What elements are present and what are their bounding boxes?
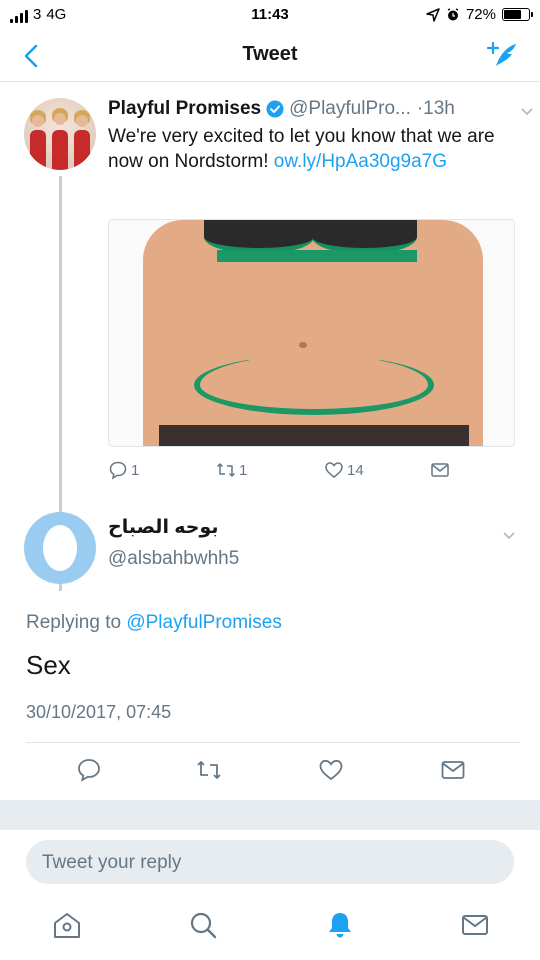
author-name[interactable]: بوحه الصباح bbox=[108, 516, 308, 539]
section-separator bbox=[0, 800, 540, 830]
tweet-actions: 1 1 14 bbox=[108, 460, 518, 484]
reply-button[interactable]: 1 bbox=[108, 460, 139, 480]
tweet-text: Sex bbox=[26, 650, 71, 680]
notifications-icon[interactable] bbox=[325, 910, 355, 940]
retweet-count: 1 bbox=[239, 461, 248, 479]
tweet-timestamp: 30/10/2017, 07:45 bbox=[26, 702, 172, 722]
direct-message-icon[interactable] bbox=[440, 757, 466, 783]
retweet-icon[interactable] bbox=[196, 757, 222, 783]
like-icon[interactable] bbox=[318, 757, 344, 783]
status-bar: 3 4G 11:43 72% bbox=[0, 0, 540, 30]
original-tweet[interactable]: Playful Promises @PlayfulPro... ·13h We'… bbox=[0, 82, 540, 591]
navigation-bar: Tweet bbox=[0, 30, 540, 82]
chevron-down-icon[interactable] bbox=[520, 106, 534, 118]
reply-icon bbox=[109, 461, 127, 480]
author-handle[interactable]: @alsbahbwhh5 bbox=[108, 548, 239, 570]
direct-message-button[interactable] bbox=[430, 460, 450, 480]
tweet-time: ·13h bbox=[416, 98, 455, 119]
search-icon[interactable] bbox=[188, 910, 218, 940]
alarm-icon bbox=[447, 7, 459, 20]
tweet-actions bbox=[0, 757, 540, 787]
like-button[interactable]: 14 bbox=[324, 460, 364, 480]
battery-icon bbox=[502, 8, 533, 21]
direct-message-icon bbox=[431, 463, 449, 477]
reply-placeholder: Tweet your reply bbox=[42, 852, 182, 873]
author-name[interactable]: Playful Promises bbox=[108, 98, 261, 120]
reply-tweet: بوحه الصباح @alsbahbwhh5 Replying to @Pl… bbox=[0, 502, 540, 800]
compose-tweet-icon[interactable] bbox=[486, 40, 520, 72]
reply-icon[interactable] bbox=[76, 757, 102, 783]
avatar[interactable] bbox=[24, 512, 96, 584]
battery-fill bbox=[504, 10, 522, 19]
divider bbox=[26, 742, 520, 743]
tab-bar bbox=[0, 896, 540, 960]
replying-to: Replying to @PlayfulPromises bbox=[26, 612, 282, 634]
retweet-button[interactable]: 1 bbox=[216, 460, 247, 480]
chevron-down-icon[interactable] bbox=[502, 530, 516, 542]
avatar[interactable] bbox=[24, 98, 96, 170]
tweet-header: Playful Promises @PlayfulPro... ·13h bbox=[108, 96, 518, 122]
tweet-text: We're very excited to let you know that … bbox=[108, 124, 518, 174]
battery-percent: 72% bbox=[465, 6, 496, 23]
tweet-media-image[interactable] bbox=[108, 219, 515, 447]
like-count: 14 bbox=[347, 461, 364, 479]
verified-icon bbox=[266, 100, 284, 118]
author-handle[interactable]: @PlayfulPro... bbox=[289, 98, 411, 120]
location-icon bbox=[426, 7, 440, 22]
replying-to-link[interactable]: @PlayfulPromises bbox=[126, 612, 282, 633]
home-icon[interactable] bbox=[52, 910, 82, 940]
retweet-icon bbox=[216, 463, 236, 477]
reply-count: 1 bbox=[131, 461, 140, 479]
page-title: Tweet bbox=[242, 43, 298, 65]
tweet-link[interactable]: ow.ly/HpAa30g9a7G bbox=[274, 151, 447, 172]
reply-input[interactable]: Tweet your reply bbox=[26, 840, 514, 884]
messages-icon[interactable] bbox=[460, 910, 490, 940]
like-icon bbox=[325, 462, 343, 478]
replying-label: Replying to bbox=[26, 612, 127, 633]
